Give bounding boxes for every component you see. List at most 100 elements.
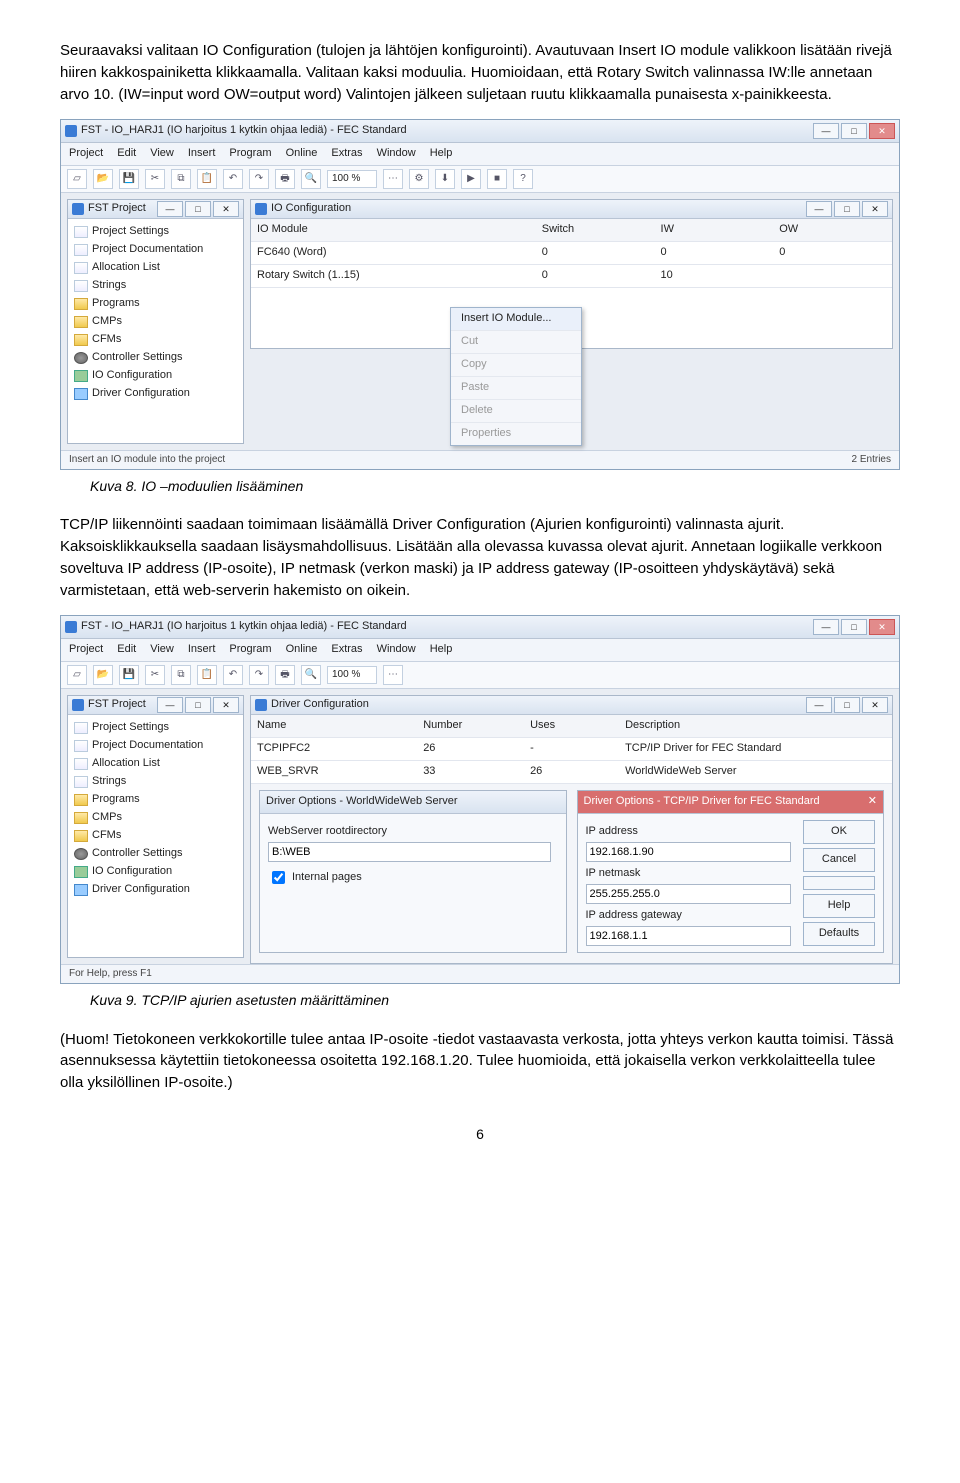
toolbar-paste-icon[interactable]: 📋 [197, 665, 217, 685]
tree-item-cfms[interactable]: CFMs [74, 827, 239, 845]
menu-help[interactable]: Help [430, 146, 453, 162]
drv-row-tcpipfc2[interactable]: TCPIPFC2 26 - TCP/IP Driver for FEC Stan… [251, 738, 892, 761]
dialog-close-icon[interactable]: ✕ [868, 794, 877, 810]
menu-help[interactable]: Help [430, 642, 453, 658]
tree-item-cmps[interactable]: CMPs [74, 809, 239, 827]
menu-properties[interactable]: Properties [451, 423, 581, 445]
tree-item-programs[interactable]: Programs [74, 295, 239, 313]
menu-insert[interactable]: Insert [188, 642, 216, 658]
window-maximize-button[interactable]: □ [841, 619, 867, 635]
menu-program[interactable]: Program [229, 642, 271, 658]
tree-item-project-documentation[interactable]: Project Documentation [74, 737, 239, 755]
window-minimize-button[interactable]: — [813, 619, 839, 635]
toolbar-redo-icon[interactable]: ↷ [249, 665, 269, 685]
menu-extras[interactable]: Extras [331, 642, 362, 658]
toolbar-zoom-value[interactable]: 100 % [327, 170, 377, 188]
input-ip-gateway[interactable] [586, 926, 791, 946]
toolbar-build-icon[interactable]: ⚙ [409, 169, 429, 189]
toolbar-misc-icon[interactable]: ⋯ [383, 665, 403, 685]
toolbar-open-icon[interactable]: 📂 [93, 665, 113, 685]
toolbar-paste-icon[interactable]: 📋 [197, 169, 217, 189]
tree-item-programs[interactable]: Programs [74, 791, 239, 809]
drv-header-number[interactable]: Number [417, 715, 524, 737]
tree-item-strings[interactable]: Strings [74, 277, 239, 295]
tree-item-cfms[interactable]: CFMs [74, 331, 239, 349]
menu-window[interactable]: Window [377, 146, 416, 162]
drv-header-uses[interactable]: Uses [524, 715, 619, 737]
toolbar-save-icon[interactable]: 💾 [119, 665, 139, 685]
menu-project[interactable]: Project [69, 642, 103, 658]
tree-item-cmps[interactable]: CMPs [74, 313, 239, 331]
menu-view[interactable]: View [150, 642, 174, 658]
drv-row-websrvr[interactable]: WEB_SRVR 33 26 WorldWideWeb Server [251, 761, 892, 784]
tree-item-io-configuration[interactable]: IO Configuration [74, 367, 239, 385]
io-close-button[interactable]: ✕ [862, 201, 888, 217]
tree-item-project-documentation[interactable]: Project Documentation [74, 241, 239, 259]
tree-item-driver-configuration[interactable]: Driver Configuration [74, 385, 239, 403]
io-maximize-button[interactable]: □ [834, 201, 860, 217]
toolbar-redo-icon[interactable]: ↷ [249, 169, 269, 189]
drv-maximize-button[interactable]: □ [834, 697, 860, 713]
io-header-iw[interactable]: IW [655, 219, 774, 241]
toolbar-find-icon[interactable]: 🔍 [301, 169, 321, 189]
tree-item-allocation-list[interactable]: Allocation List [74, 259, 239, 277]
menu-project[interactable]: Project [69, 146, 103, 162]
tree-maximize-button[interactable]: □ [185, 697, 211, 713]
menu-delete[interactable]: Delete [451, 400, 581, 423]
io-row-fc640[interactable]: FC640 (Word) 0 0 0 [251, 242, 892, 265]
toolbar-save-icon[interactable]: 💾 [119, 169, 139, 189]
drv-header-description[interactable]: Description [619, 715, 892, 737]
tree-minimize-button[interactable]: — [157, 201, 183, 217]
window-maximize-button[interactable]: □ [841, 123, 867, 139]
menu-cut[interactable]: Cut [451, 331, 581, 354]
toolbar-undo-icon[interactable]: ↶ [223, 169, 243, 189]
io-header-module[interactable]: IO Module [251, 219, 536, 241]
menu-copy[interactable]: Copy [451, 354, 581, 377]
help-button[interactable]: Help [803, 894, 875, 918]
toolbar-download-icon[interactable]: ⬇ [435, 169, 455, 189]
toolbar-copy-icon[interactable]: ⧉ [171, 665, 191, 685]
window-close-button[interactable]: ✕ [869, 123, 895, 139]
tree-item-driver-configuration[interactable]: Driver Configuration [74, 881, 239, 899]
input-webserver-rootdir[interactable] [268, 842, 551, 862]
toolbar-copy-icon[interactable]: ⧉ [171, 169, 191, 189]
toolbar-undo-icon[interactable]: ↶ [223, 665, 243, 685]
toolbar-help-icon[interactable]: ? [513, 169, 533, 189]
io-header-switch[interactable]: Switch [536, 219, 655, 241]
toolbar-print-icon[interactable]: 🖶 [275, 169, 295, 189]
tree-item-controller-settings[interactable]: Controller Settings [74, 349, 239, 367]
ok-button[interactable]: OK [803, 820, 875, 844]
defaults-button[interactable]: Defaults [803, 922, 875, 946]
menu-online[interactable]: Online [286, 146, 318, 162]
window-minimize-button[interactable]: — [813, 123, 839, 139]
menu-view[interactable]: View [150, 146, 174, 162]
tree-close-button[interactable]: ✕ [213, 201, 239, 217]
menu-edit[interactable]: Edit [117, 642, 136, 658]
toolbar-print-icon[interactable]: 🖶 [275, 665, 295, 685]
tree-item-project-settings[interactable]: Project Settings [74, 223, 239, 241]
input-ip-address[interactable] [586, 842, 791, 862]
toolbar-misc-icon[interactable]: ⋯ [383, 169, 403, 189]
menu-extras[interactable]: Extras [331, 146, 362, 162]
io-row-rotary-switch[interactable]: Rotary Switch (1..15) 0 10 [251, 265, 892, 288]
menu-paste[interactable]: Paste [451, 377, 581, 400]
toolbar-cut-icon[interactable]: ✂ [145, 665, 165, 685]
toolbar-find-icon[interactable]: 🔍 [301, 665, 321, 685]
menu-window[interactable]: Window [377, 642, 416, 658]
input-ip-netmask[interactable] [586, 884, 791, 904]
toolbar-run-icon[interactable]: ▶ [461, 169, 481, 189]
toolbar-new-icon[interactable]: ▱ [67, 665, 87, 685]
menu-insert[interactable]: Insert [188, 146, 216, 162]
tree-minimize-button[interactable]: — [157, 697, 183, 713]
menu-program[interactable]: Program [229, 146, 271, 162]
io-header-ow[interactable]: OW [773, 219, 892, 241]
io-minimize-button[interactable]: — [806, 201, 832, 217]
checkbox-internal-pages[interactable] [272, 871, 285, 884]
tree-close-button[interactable]: ✕ [213, 697, 239, 713]
toolbar-zoom-value[interactable]: 100 % [327, 666, 377, 684]
toolbar-cut-icon[interactable]: ✂ [145, 169, 165, 189]
drv-minimize-button[interactable]: — [806, 697, 832, 713]
tree-item-allocation-list[interactable]: Allocation List [74, 755, 239, 773]
menu-edit[interactable]: Edit [117, 146, 136, 162]
tree-item-io-configuration[interactable]: IO Configuration [74, 863, 239, 881]
